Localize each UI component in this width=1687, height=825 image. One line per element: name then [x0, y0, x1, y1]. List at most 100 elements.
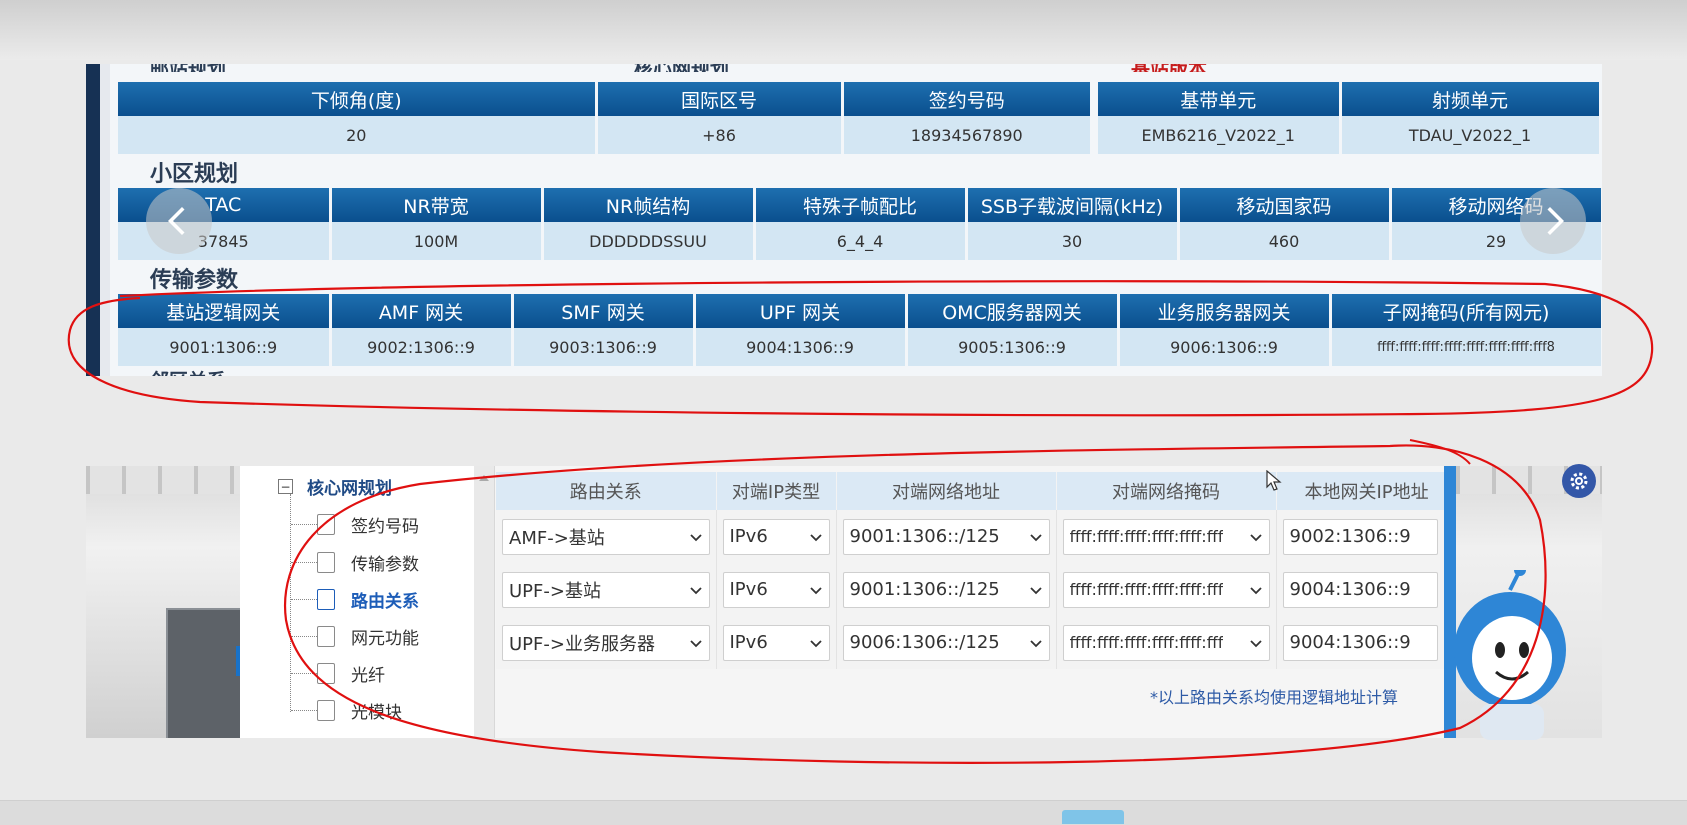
planning-slide: 邮站规划 核心网规划 基站版本 下倾角(度) 国际区号 签约号码 基带单元 射频… — [86, 64, 1602, 376]
document-icon — [317, 700, 335, 721]
peer-mask-select[interactable]: ffff:ffff:ffff:ffff:ffff:fff — [1062, 624, 1270, 661]
slide-left-strip-light — [100, 64, 110, 376]
scroll-up-icon[interactable] — [479, 475, 489, 481]
document-icon — [317, 514, 335, 535]
local-gateway-input[interactable]: 9004:1306::9 — [1282, 624, 1438, 661]
cut-title-right: 基站版本 — [1131, 64, 1207, 72]
peer-mask-select[interactable]: ffff:ffff:ffff:ffff:ffff:fff — [1062, 571, 1270, 608]
header-smf-gateway: SMF 网关 — [512, 294, 696, 328]
select-value: ffff:ffff:ffff:ffff:ffff:fff — [1069, 527, 1224, 546]
table-row: UPF->基站 IPv6 9001:1306::/125 ffff:ffff:f… — [496, 563, 1445, 616]
peer-address-select[interactable]: 9001:1306::/125 — [842, 518, 1050, 555]
tree-item-fiber[interactable]: 光纤 — [291, 661, 385, 686]
document-icon — [317, 552, 335, 573]
select-value: UPF->业务服务器 — [509, 633, 655, 655]
cut-title-bottom: 邻区关系 — [150, 366, 226, 376]
tree-item-label: 光模块 — [351, 703, 402, 723]
settings-gear-icon[interactable] — [1562, 464, 1596, 498]
header-ssb-spacing: SSB子载波间隔(kHz) — [966, 188, 1180, 222]
document-icon — [317, 663, 335, 684]
route-relation-select[interactable]: UPF->基站 — [502, 571, 710, 608]
value-rf-unit: TDAU_V2022_1 — [1340, 116, 1602, 154]
ip-type-select[interactable]: IPv6 — [722, 624, 830, 661]
prev-slide-button[interactable] — [146, 188, 212, 254]
chevron-down-icon — [1029, 586, 1042, 594]
local-gateway-input[interactable]: 9004:1306::9 — [1282, 571, 1438, 608]
local-gateway-input[interactable]: 9002:1306::9 — [1282, 518, 1438, 555]
chevron-down-icon — [1029, 639, 1042, 647]
header-omc-gateway: OMC服务器网关 — [906, 294, 1120, 328]
tree-item-ne-function[interactable]: 网元功能 — [291, 624, 419, 649]
value-mcc: 460 — [1178, 222, 1392, 260]
cut-title-middle: 核心网规划 — [634, 64, 729, 72]
chevron-down-icon — [809, 639, 822, 647]
value-ssb-spacing: 30 — [966, 222, 1180, 260]
ip-type-select[interactable]: IPv6 — [722, 518, 830, 555]
equipment-room-image-left — [86, 466, 240, 738]
header-special-subframe: 特殊子帧配比 — [754, 188, 968, 222]
header-sub-number: 签约号码 — [842, 82, 1098, 116]
select-value: 9001:1306::/125 — [849, 579, 1000, 600]
route-note: *以上路由关系均使用逻辑地址计算 — [1150, 688, 1399, 707]
peer-mask-select[interactable]: ffff:ffff:ffff:ffff:ffff:fff — [1062, 518, 1270, 555]
header-nr-frame: NR帧结构 — [542, 188, 756, 222]
vertical-scrollbar[interactable] — [474, 466, 495, 738]
value-omc-gateway: 9005:1306::9 — [906, 328, 1120, 366]
select-value: 9001:1306::/125 — [849, 526, 1000, 547]
header-service-gateway: 业务服务器网关 — [1118, 294, 1332, 328]
params-table-1: 下倾角(度) 国际区号 签约号码 基带单元 射频单元 20 +86 189345… — [118, 82, 1602, 154]
chevron-left-icon — [167, 206, 185, 236]
value-baseband: EMB6216_V2022_1 — [1094, 116, 1342, 154]
chevron-down-icon — [809, 533, 822, 541]
tree-item-optical-module[interactable]: 光模块 — [291, 698, 402, 723]
next-slide-button[interactable] — [1520, 188, 1586, 254]
peer-address-select[interactable]: 9001:1306::/125 — [842, 571, 1050, 608]
cell-planning-title: 小区规划 — [150, 162, 239, 187]
ip-type-select[interactable]: IPv6 — [722, 571, 830, 608]
value-upf-gateway: 9004:1306::9 — [694, 328, 908, 366]
header-local-gateway: 本地网关IP地址 — [1276, 472, 1445, 510]
video-player-bar — [0, 800, 1687, 825]
chevron-down-icon — [689, 639, 702, 647]
tree-root-core-network[interactable]: − 核心网规划 — [278, 474, 392, 499]
route-relation-select[interactable]: UPF->业务服务器 — [502, 624, 710, 661]
select-value: 9006:1306::/125 — [849, 632, 1000, 653]
chevron-down-icon — [689, 586, 702, 594]
header-bs-gateway: 基站逻辑网关 — [118, 294, 332, 328]
document-icon — [317, 626, 335, 647]
value-sub-number: 18934567890 — [842, 116, 1098, 154]
slide-left-strip — [86, 64, 100, 376]
tree-item-subscription[interactable]: 签约号码 — [291, 512, 419, 537]
collapse-icon[interactable]: − — [278, 479, 293, 494]
chevron-down-icon — [809, 586, 822, 594]
value-nr-bandwidth: 100M — [330, 222, 544, 260]
header-route-relation: 路由关系 — [496, 472, 717, 510]
chevron-down-icon — [689, 533, 702, 541]
select-value: ffff:ffff:ffff:ffff:ffff:fff — [1069, 633, 1224, 652]
header-peer-ip-type: 对端IP类型 — [716, 472, 837, 510]
chevron-down-icon — [1249, 639, 1262, 647]
top-fade — [0, 0, 1687, 60]
value-subnet-mask: ffff:ffff:ffff:ffff:ffff:ffff:ffff:fff8 — [1330, 328, 1602, 366]
header-peer-address: 对端网络地址 — [836, 472, 1057, 510]
select-value: UPF->基站 — [509, 580, 601, 602]
table-row: AMF->基站 IPv6 9001:1306::/125 ffff:ffff:f… — [496, 510, 1445, 563]
transport-params-title: 传输参数 — [150, 268, 239, 293]
tree-item-label: 路由关系 — [351, 592, 419, 612]
tree-item-transport[interactable]: 传输参数 — [291, 550, 419, 575]
tree-item-routing[interactable]: 路由关系 — [291, 587, 419, 612]
header-mcc: 移动国家码 — [1178, 188, 1392, 222]
header-peer-mask: 对端网络掩码 — [1056, 472, 1277, 510]
tree-item-label: 网元功能 — [351, 629, 419, 649]
header-nr-bandwidth: NR带宽 — [330, 188, 544, 222]
header-country-code: 国际区号 — [596, 82, 844, 116]
value-smf-gateway: 9003:1306::9 — [512, 328, 696, 366]
params-table-2: TAC NR带宽 NR帧结构 特殊子帧配比 SSB子载波间隔(kHz) 移动国家… — [118, 188, 1602, 260]
header-amf-gateway: AMF 网关 — [330, 294, 514, 328]
player-progress-chip[interactable] — [1062, 810, 1124, 824]
route-relation-select[interactable]: AMF->基站 — [502, 518, 710, 555]
peer-address-select[interactable]: 9006:1306::/125 — [842, 624, 1050, 661]
value-nr-frame: DDDDDDSSUU — [542, 222, 756, 260]
header-rf-unit: 射频单元 — [1340, 82, 1602, 116]
value-downtilt: 20 — [118, 116, 598, 154]
